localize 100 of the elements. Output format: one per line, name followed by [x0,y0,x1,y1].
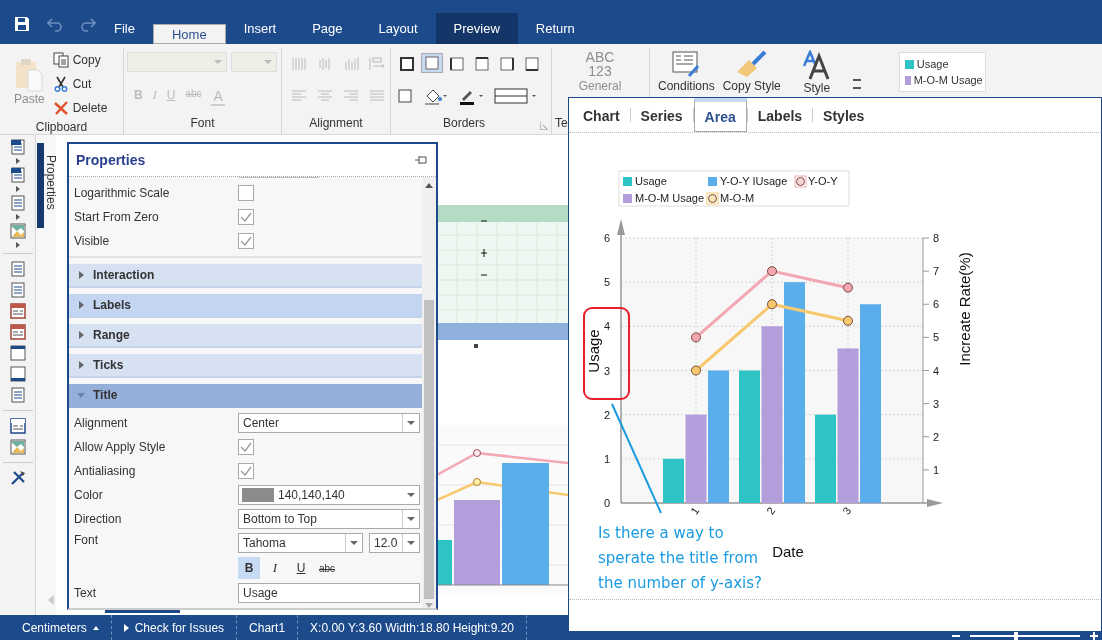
text-box-icon[interactable] [9,303,26,319]
redo-icon[interactable] [80,16,96,32]
undo-icon[interactable] [47,16,63,32]
save-icon[interactable] [14,16,30,32]
axis-tick-label: 1 [688,504,702,517]
y-axis-title: Usage [585,329,602,373]
pin-icon[interactable] [415,156,427,164]
line-point [691,332,701,343]
preview-label: Usage [916,58,949,70]
font-style-toggle[interactable]: I [264,557,286,579]
caret-icon [407,493,415,497]
expander-icon [77,391,85,399]
expander-icon [77,361,85,369]
menu-tab[interactable]: Layout [360,13,436,44]
editor-tab[interactable]: Series [630,98,693,132]
scroll-left-icon[interactable] [48,595,54,605]
editor-tab[interactable]: Styles [813,98,875,132]
menu-tab[interactable]: File [96,13,153,44]
menu-tab[interactable]: Home [152,24,226,44]
axis-tick-label: 3 [933,397,940,410]
image-icon[interactable] [9,439,26,455]
font-style-toggle[interactable]: abc [316,557,338,579]
section-header[interactable]: Range [69,324,422,348]
section-header[interactable]: Labels [69,294,422,318]
preview-label: M-O-M Usage [913,74,983,86]
axis-tick-label: 5 [933,331,940,344]
axis-tick-label: 7 [933,265,940,278]
play-icon [123,623,129,632]
line-style-icon[interactable] [494,87,538,105]
font-size-dropdown[interactable]: 12.0 [369,533,420,553]
secondary-y-axis-title: Increate Rate(%) [956,252,973,366]
editor-tab[interactable]: Labels [747,98,813,132]
checkbox[interactable] [238,185,254,201]
line-point [473,449,481,457]
document-icon[interactable] [9,139,26,155]
style-command-button[interactable]: Copy Style [722,48,781,93]
axis-tick-label: 1 [933,463,940,476]
scroll-down-icon[interactable] [425,603,433,608]
caret-icon [214,60,223,64]
section-header[interactable]: Ticks [69,354,422,378]
font-style-toggle[interactable]: B [238,557,260,579]
properties-side-tab[interactable]: Properties [44,155,58,210]
text-field[interactable]: Usage [238,583,420,603]
axis-tick-label: 0 [603,497,610,509]
axis-tick-label: 2 [603,408,610,421]
dropdown[interactable]: Center [238,413,420,433]
scrollbar-thumb[interactable] [424,300,434,599]
expander-icon [77,331,85,339]
style-preview[interactable]: Usage M-O-M Usage [898,52,986,92]
clipboard-action-button[interactable]: Cut [52,72,108,96]
wrap-text-icon[interactable] [369,56,385,72]
style-command-button[interactable]: Conditions [658,48,715,93]
text-box-icon[interactable] [9,418,26,434]
clipboard-action-button[interactable]: Delete [52,96,108,120]
border-icon[interactable] [396,87,414,105]
line-point [843,282,853,293]
menu-tab[interactable]: Preview [435,13,518,44]
document-icon[interactable] [9,167,26,183]
text-box-icon[interactable] [9,324,26,340]
expand-arrow-icon[interactable] [15,186,20,192]
checkbox[interactable] [238,233,254,249]
section-header[interactable]: Title [69,384,422,408]
expand-arrow-icon[interactable] [15,158,20,164]
status-item[interactable]: Chart1 [237,615,299,640]
expand-arrow-icon[interactable] [15,214,20,220]
dialog-launcher-icon[interactable] [540,122,548,130]
checkbox[interactable] [238,463,254,479]
scroll-up-icon[interactable] [425,183,433,188]
editor-tab[interactable]: Area [693,98,747,132]
panel-icon[interactable] [9,345,26,361]
scroll-arrows-icon[interactable] [852,78,861,90]
line-point [767,266,777,277]
expand-arrow-icon[interactable] [15,242,20,248]
checkbox[interactable] [238,209,254,225]
menu-tab[interactable]: Insert [225,13,295,44]
legend-label: M-O-M [720,192,755,204]
fill-bucket-icon[interactable] [424,87,448,105]
menu-tab[interactable]: Return [517,13,593,44]
status-item[interactable]: X:0.00 Y:3.60 Width:18.80 Height:9.20 [298,615,528,640]
status-item[interactable]: Centimeters [10,615,112,640]
color-dropdown[interactable]: 140,140,140 [238,485,420,505]
menu-tab[interactable]: Page [294,13,361,44]
editor-tab[interactable]: Chart [573,98,630,132]
legend-label: Y-O-Y IUsage [720,175,788,187]
status-item[interactable]: Check for Issues [111,615,238,640]
line-point [843,315,853,326]
clipboard-action-button[interactable]: Copy [52,48,108,72]
clipboard-icon [14,58,45,92]
section-header[interactable]: Interaction [69,264,422,288]
style-command-button[interactable]: Style [788,48,845,95]
tools-icon[interactable] [9,470,26,486]
axis-tick-label: 2 [764,504,778,517]
scissors-icon [52,76,69,92]
panel-icon[interactable] [9,366,26,382]
font-style-toggle[interactable]: U [290,557,312,579]
font-family-dropdown[interactable]: Tahoma [238,533,363,553]
dropdown[interactable]: Bottom to Top [238,509,420,529]
line-point [691,365,701,376]
checkbox[interactable] [238,439,254,455]
zoom-in-icon[interactable] [1090,632,1098,640]
